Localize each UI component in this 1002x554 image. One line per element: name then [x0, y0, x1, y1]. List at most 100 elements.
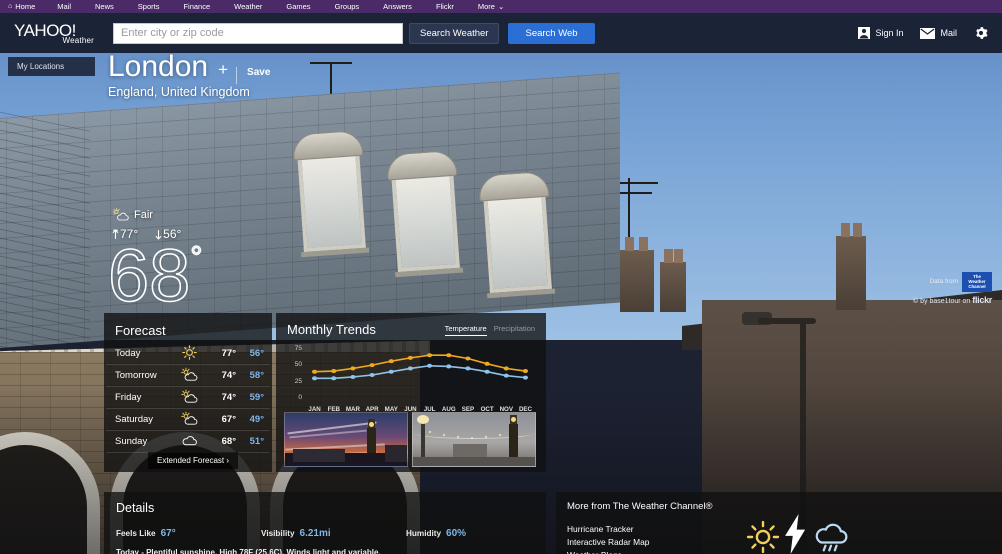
yahoo-weather-logo[interactable]: YAHOO! Weather — [14, 22, 94, 45]
chart-series-line — [315, 355, 526, 371]
settings-button[interactable] — [974, 26, 988, 40]
mail-label: Mail — [940, 28, 957, 38]
weather-channel-badge[interactable]: The Weather Channel — [962, 272, 992, 292]
nav-item-news[interactable]: News — [95, 2, 114, 11]
forecast-high: 74° — [221, 392, 236, 403]
chart-y-tick: 75 — [294, 344, 302, 352]
chart-data-point — [484, 369, 490, 374]
detail-label: Visibility — [261, 529, 295, 538]
tab-precipitation[interactable]: Precipitation — [494, 324, 535, 336]
add-location-button[interactable]: + — [218, 60, 228, 84]
flickr-link[interactable]: flickr — [972, 295, 992, 305]
photo-thumbnail[interactable] — [412, 412, 536, 467]
chart-data-point — [426, 363, 433, 368]
chart-series-line — [315, 366, 526, 379]
search-input[interactable] — [113, 22, 403, 44]
dormer-window — [291, 129, 370, 258]
trends-toggle: Temperature Precipitation — [444, 324, 535, 336]
nav-item-answers[interactable]: Answers — [383, 2, 412, 11]
forecast-day: Friday — [115, 392, 142, 403]
details-title: Details — [116, 501, 155, 515]
search-bar: YAHOO! Weather Search Weather Search Web… — [0, 13, 1002, 53]
forecast-day: Sunday — [115, 436, 148, 447]
forecast-low: 51° — [249, 436, 264, 447]
extended-forecast-button[interactable]: Extended Forecast › — [148, 452, 239, 469]
forecast-title: Forecast — [115, 323, 166, 338]
my-locations-label: My Locations — [17, 62, 65, 71]
save-location-button[interactable]: Save — [236, 67, 270, 84]
chart-data-point — [465, 366, 471, 371]
chimney — [620, 237, 654, 312]
nav-item-groups[interactable]: Groups — [335, 2, 360, 11]
table-row[interactable]: Today 77° 56° — [106, 343, 270, 365]
monthly-trends-panel: Monthly Trends Temperature Precipitation… — [276, 313, 546, 472]
chart-data-point — [311, 369, 318, 374]
chart-data-point — [407, 355, 414, 360]
nav-item-mail[interactable]: Mail — [57, 2, 71, 11]
partly-cloudy-icon — [112, 208, 129, 221]
detail-value: 60% — [446, 528, 467, 539]
detail-label: Feels Like — [116, 529, 156, 538]
partly-cloudy-icon — [174, 389, 204, 407]
nav-item-weather[interactable]: Weather — [234, 2, 262, 11]
monthly-trends-chart: 0 25 50 75 JAN FEB MAR APR MAY JUN JUL AUG SEP OCT NO… — [287, 344, 535, 413]
chart-data-point — [350, 366, 356, 371]
condition-label: Fair — [134, 208, 153, 221]
yahoo-global-nav[interactable]: ⌂ Home Mail News Sports Finance Weather G… — [0, 0, 1002, 13]
photo-credit: © by base1tour on — [913, 297, 971, 305]
table-row[interactable]: Sunday 68° 51° — [106, 431, 270, 453]
chart-data-point — [311, 376, 318, 381]
rain-cloud-icon — [815, 523, 848, 552]
detail-feels-like: Feels Like 67° — [116, 528, 261, 539]
table-row[interactable]: Tomorrow 74° 58° — [106, 365, 270, 387]
nav-item-more[interactable]: More ⌄ — [478, 2, 504, 11]
chart-y-tick: 50 — [294, 361, 302, 369]
forecast-high: 68° — [221, 436, 236, 447]
chart-data-point — [331, 369, 337, 374]
chart-y-tick: 25 — [294, 377, 302, 385]
search-web-button[interactable]: Search Web — [508, 22, 595, 44]
nav-label: Home — [15, 2, 36, 11]
search-weather-button[interactable]: Search Weather — [409, 22, 500, 44]
nav-item-finance[interactable]: Finance — [183, 2, 210, 11]
gear-icon — [976, 27, 988, 39]
chimney — [836, 223, 866, 310]
current-conditions: Fair 77° 56° 68° — [107, 208, 203, 313]
user-icon — [858, 27, 871, 39]
forecast-high: 67° — [221, 414, 236, 425]
nav-item-home[interactable]: ⌂ Home — [8, 2, 35, 11]
sunny-icon — [746, 520, 780, 554]
nav-item-flickr[interactable]: Flickr — [436, 2, 454, 11]
weather-icons-group — [746, 514, 850, 554]
chart-data-point — [426, 353, 433, 358]
chart-data-point — [465, 356, 471, 361]
table-row[interactable]: Saturday 67° 49° — [106, 409, 270, 431]
nav-item-games[interactable]: Games — [286, 2, 310, 11]
chart-data-point — [369, 372, 375, 377]
chart-data-point — [446, 353, 452, 358]
forecast-high: 74° — [221, 370, 236, 381]
mail-button[interactable]: Mail — [920, 27, 957, 39]
account-nav: Sign In Mail — [858, 26, 988, 40]
table-row[interactable]: Friday 74° 59° — [106, 387, 270, 409]
degree-symbol: ° — [190, 241, 203, 274]
forecast-low: 59° — [249, 392, 264, 403]
forecast-day: Today — [115, 348, 141, 359]
photo-thumbnail[interactable] — [284, 412, 408, 467]
forecast-low: 49° — [249, 414, 264, 425]
more-from-weather-channel-panel: More from The Weather Channel® Hurricane… — [556, 492, 1002, 554]
attribution: Data from The Weather Channel © by base1… — [913, 272, 992, 305]
lightning-icon — [785, 514, 806, 554]
sign-in-button[interactable]: Sign In — [858, 27, 903, 39]
current-temperature-value: 68 — [107, 234, 191, 317]
street-lamp-arm — [758, 318, 816, 324]
my-locations-button[interactable]: My Locations — [8, 57, 95, 76]
chart-data-point — [331, 376, 337, 381]
chart-data-point — [350, 374, 356, 379]
tab-temperature[interactable]: Temperature — [444, 324, 487, 336]
nav-item-sports[interactable]: Sports — [138, 2, 160, 11]
chart-data-point — [522, 375, 529, 380]
sign-in-label: Sign In — [875, 28, 904, 38]
photo-thumbnails — [284, 412, 536, 467]
chevron-down-icon: ⌄ — [497, 2, 505, 11]
